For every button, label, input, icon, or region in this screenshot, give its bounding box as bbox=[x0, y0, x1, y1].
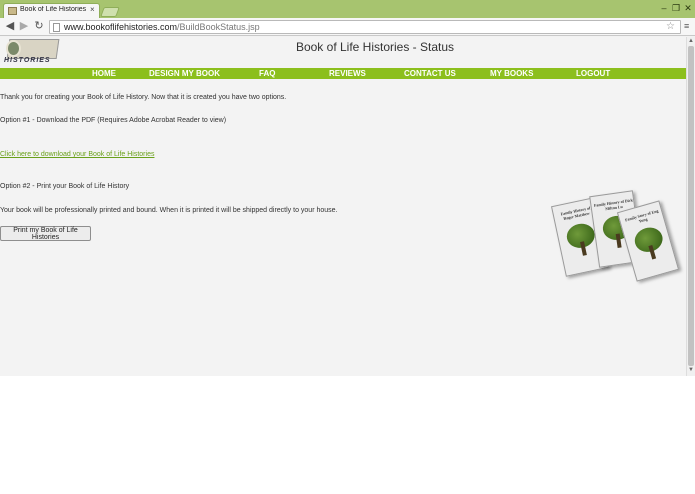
nav-my-books[interactable]: MY BOOKS bbox=[490, 68, 533, 79]
back-icon[interactable]: ◀ bbox=[4, 20, 16, 33]
tab-bar: Book of Life Histories - ws × – ❐ ✕ bbox=[0, 0, 695, 18]
tab-close-icon[interactable]: × bbox=[90, 5, 95, 14]
nav-design-my-book[interactable]: DESIGN MY BOOK bbox=[149, 68, 220, 79]
browser-toolbar: ◀ ▶ ↻ www.bookoflifehistories.com/BuildB… bbox=[0, 18, 695, 36]
scroll-up-icon[interactable]: ▲ bbox=[688, 38, 694, 44]
bookmark-star-icon[interactable]: ☆ bbox=[666, 21, 675, 32]
download-pdf-link[interactable]: Click here to download your Book of Life… bbox=[0, 151, 154, 158]
tab-title: Book of Life Histories - ws bbox=[20, 6, 88, 13]
url-host: www.bookoflifehistories.com bbox=[64, 22, 178, 32]
url-path: /BuildBookStatus.jsp bbox=[177, 22, 260, 32]
nav-logout[interactable]: LOGOUT bbox=[576, 68, 610, 79]
minimize-icon[interactable]: – bbox=[659, 3, 669, 13]
nav-contact-us[interactable]: CONTACT US bbox=[404, 68, 456, 79]
vertical-scrollbar[interactable]: ▲ ▼ bbox=[686, 37, 695, 376]
browser-tab[interactable]: Book of Life Histories - ws × bbox=[3, 3, 100, 18]
url-text: www.bookoflifehistories.com/BuildBookSta… bbox=[64, 22, 260, 32]
scroll-thumb[interactable] bbox=[688, 46, 694, 366]
new-tab-button[interactable] bbox=[100, 7, 120, 17]
book-title: Family Story of Eng Yung bbox=[624, 208, 659, 224]
nav-faq[interactable]: FAQ bbox=[259, 68, 275, 79]
print-book-button[interactable]: Print my Book of Life Histories bbox=[0, 226, 91, 241]
page-icon bbox=[53, 23, 60, 32]
window-close-icon[interactable]: ✕ bbox=[683, 3, 693, 13]
favicon-icon bbox=[8, 7, 17, 15]
option-2-text: Option #2 - Print your Book of Life Hist… bbox=[0, 183, 130, 190]
option-1-text: Option #1 - Download the PDF (Requires A… bbox=[0, 117, 227, 124]
page-viewport: HISTORIES Book of Life Histories - Statu… bbox=[0, 37, 686, 376]
browser-window: Book of Life Histories - ws × – ❐ ✕ ◀ ▶ … bbox=[0, 0, 695, 376]
address-bar[interactable]: www.bookoflifehistories.com/BuildBookSta… bbox=[49, 20, 681, 34]
scroll-down-icon[interactable]: ▼ bbox=[688, 367, 694, 373]
logo-text: HISTORIES bbox=[4, 57, 51, 64]
book-cover-image: Family Story of Eng Yung bbox=[616, 200, 680, 282]
intro-text: Thank you for creating your Book of Life… bbox=[0, 94, 287, 101]
main-nav: HOME DESIGN MY BOOK FAQ REVIEWS CONTACT … bbox=[0, 68, 686, 79]
print-info-text: Your book will be professionally printed… bbox=[0, 207, 338, 214]
forward-icon[interactable]: ▶ bbox=[18, 20, 30, 33]
nav-home[interactable]: HOME bbox=[92, 68, 116, 79]
page-title: Book of Life Histories - Status bbox=[295, 40, 455, 54]
reload-icon[interactable]: ↻ bbox=[33, 20, 45, 33]
maximize-icon[interactable]: ❐ bbox=[671, 3, 681, 13]
nav-reviews[interactable]: REVIEWS bbox=[329, 68, 366, 79]
browser-menu-icon[interactable]: ≡ bbox=[684, 21, 689, 31]
tree-icon bbox=[631, 224, 666, 256]
